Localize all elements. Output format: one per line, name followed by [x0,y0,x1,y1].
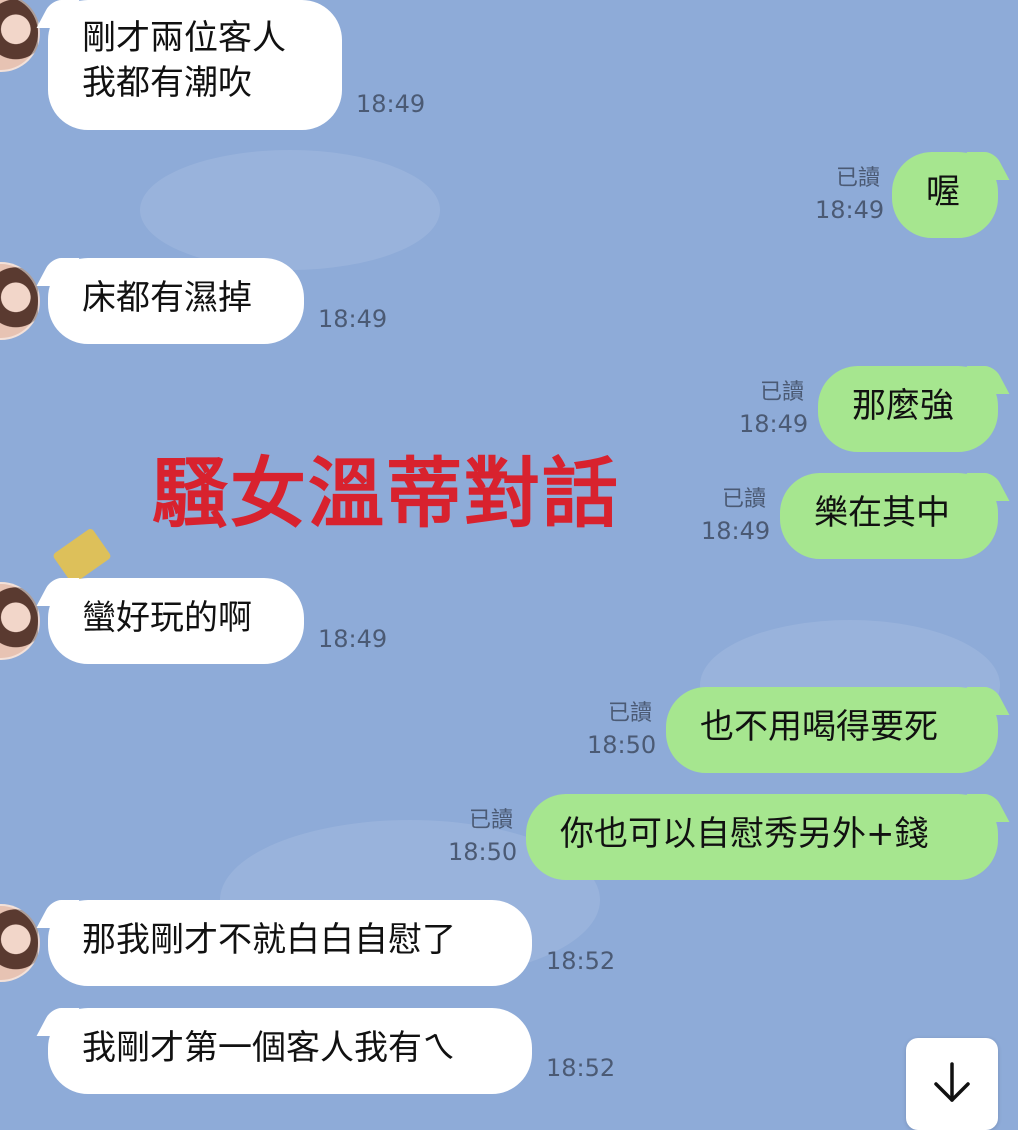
message-text-line: 我都有潮吹 [82,63,252,103]
arrow-down-icon [934,1062,970,1102]
incoming-message[interactable]: 床都有濕掉 [48,258,304,344]
read-receipt: 已讀 [835,166,880,191]
background-cloud [140,150,440,270]
message-time: 18:50 [587,731,657,759]
contact-avatar[interactable] [0,904,40,982]
message-time: 18:52 [546,947,616,975]
message-time: 18:49 [701,517,771,545]
message-time: 18:49 [815,196,885,224]
message-text: 喔 [926,172,960,212]
read-receipt: 已讀 [721,487,766,512]
message-text: 也不用喝得要死 [700,707,938,747]
contact-avatar[interactable] [0,582,40,660]
read-receipt: 已讀 [468,808,513,833]
message-text-line: 剛才兩位客人 [82,18,286,58]
sticker-fragment [52,527,112,585]
message-time: 18:49 [318,305,388,333]
message-text: 床都有濕掉 [82,278,252,318]
message-text: 你也可以自慰秀另外+錢 [560,814,929,854]
incoming-message[interactable]: 蠻好玩的啊 [48,578,304,664]
incoming-message[interactable]: 剛才兩位客人 我都有潮吹 [48,0,342,130]
outgoing-message[interactable]: 你也可以自慰秀另外+錢 [526,794,998,880]
outgoing-message[interactable]: 樂在其中 [780,473,998,559]
message-time: 18:50 [448,838,518,866]
message-text: 我剛才第一個客人我有ㄟ [82,1028,456,1068]
message-text: 蠻好玩的啊 [82,598,252,638]
message-time: 18:52 [546,1054,616,1082]
incoming-message[interactable]: 我剛才第一個客人我有ㄟ [48,1008,532,1094]
message-time: 18:49 [356,90,426,118]
contact-avatar[interactable] [0,262,40,340]
message-text: 那我剛才不就白白自慰了 [82,920,456,960]
message-time: 18:49 [318,625,388,653]
outgoing-message[interactable]: 那麼強 [818,366,998,452]
read-receipt: 已讀 [759,380,804,405]
message-time: 18:49 [739,410,809,438]
read-receipt: 已讀 [607,701,652,726]
message-text: 樂在其中 [814,493,950,533]
contact-avatar[interactable] [0,0,40,72]
scroll-to-bottom-button[interactable] [906,1038,998,1130]
incoming-message[interactable]: 那我剛才不就白白自慰了 [48,900,532,986]
outgoing-message[interactable]: 也不用喝得要死 [666,687,998,773]
watermark-title: 騷女溫蒂對話 [152,449,620,538]
message-text: 那麼強 [852,386,954,426]
outgoing-message[interactable]: 喔 [892,152,998,238]
